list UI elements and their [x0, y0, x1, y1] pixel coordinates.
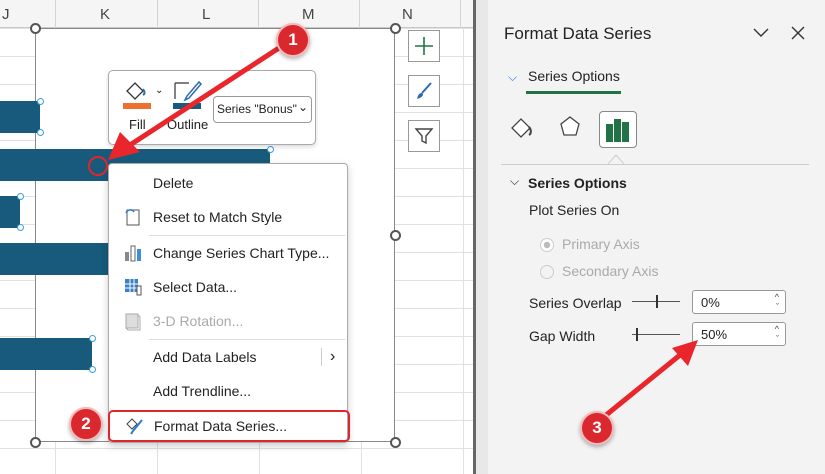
callout-badge-1: 1 — [276, 23, 310, 57]
annotation-arrows — [88, 43, 698, 422]
callout-badge-2: 2 — [69, 407, 103, 441]
click-target-marker — [88, 156, 108, 176]
callout-badge-3: 3 — [580, 411, 614, 445]
